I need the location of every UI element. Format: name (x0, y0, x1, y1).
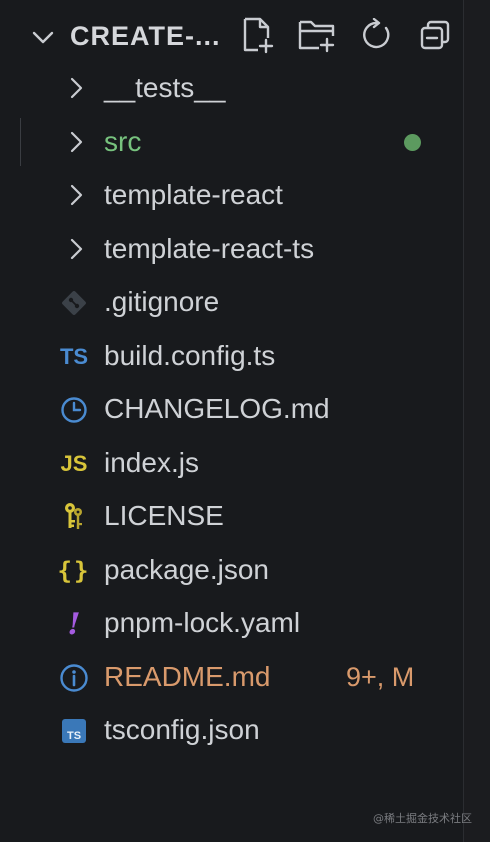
javascript-icon: JS (56, 448, 92, 480)
git-icon (56, 287, 92, 319)
info-icon (56, 662, 92, 694)
explorer-title[interactable]: CREATE-... (70, 18, 221, 54)
typescript-icon-text: TS (59, 343, 89, 369)
tree-item-index-js[interactable]: JS index.js (0, 437, 463, 491)
tsconfig-icon-text: TS (67, 730, 81, 742)
tree-item-label[interactable]: build.config.ts (104, 338, 275, 374)
tree-item-gitignore[interactable]: .gitignore (0, 276, 463, 330)
tree-item-label[interactable]: CHANGELOG.md (104, 391, 330, 427)
tree-item-readme[interactable]: README.md 9+, M (0, 651, 463, 705)
tree-item-label[interactable]: __tests__ (104, 70, 225, 106)
tree-item-tests-folder[interactable]: __tests__ (0, 62, 463, 116)
file-tree: __tests__ src template-react template-re… (0, 62, 463, 758)
new-file-icon[interactable] (237, 14, 279, 56)
modified-dot (404, 133, 421, 151)
license-key-icon (56, 501, 92, 533)
tree-item-build-config[interactable]: TS build.config.ts (0, 330, 463, 384)
chevron-down-icon[interactable] (32, 26, 54, 48)
git-status-badge: 9+, M (346, 661, 415, 692)
tree-item-label[interactable]: template-react-ts (104, 231, 314, 267)
json-braces-icon: {} (56, 555, 92, 587)
typescript-icon: TS (56, 341, 92, 373)
tree-item-label[interactable]: pnpm-lock.yaml (104, 605, 300, 641)
tree-item-changelog[interactable]: CHANGELOG.md (0, 383, 463, 437)
chevron-right-icon[interactable] (64, 76, 88, 100)
collapse-all-icon[interactable] (414, 14, 456, 56)
tree-item-src-folder[interactable]: src (0, 116, 463, 170)
tree-item-label[interactable]: src (104, 124, 141, 160)
tree-item-package-json[interactable]: {} package.json (0, 544, 463, 598)
new-folder-icon[interactable] (296, 14, 338, 56)
tree-item-label[interactable]: tsconfig.json (104, 712, 260, 748)
chevron-right-icon[interactable] (64, 183, 88, 207)
yaml-icon-text: ! (67, 606, 81, 642)
tree-item-label[interactable]: LICENSE (104, 498, 224, 534)
explorer-panel: CREATE-... __tests__ src template-react … (0, 0, 464, 842)
yaml-icon: ! (56, 606, 92, 642)
tsconfig-icon: TS (56, 715, 92, 747)
chevron-right-icon[interactable] (64, 237, 88, 261)
javascript-icon-text: JS (60, 450, 88, 476)
tree-item-pnpm-lock[interactable]: ! pnpm-lock.yaml (0, 597, 463, 651)
explorer-actions (237, 14, 456, 58)
tree-item-label[interactable]: README.md (104, 659, 270, 695)
refresh-icon[interactable] (355, 14, 397, 56)
tree-item-label[interactable]: .gitignore (104, 284, 219, 320)
tree-item-label[interactable]: template-react (104, 177, 283, 213)
tree-item-template-react-folder[interactable]: template-react (0, 169, 463, 223)
watermark: @稀土掘金技术社区 (373, 812, 472, 825)
explorer-header[interactable]: CREATE-... (0, 8, 463, 64)
tree-item-label[interactable]: index.js (104, 445, 199, 481)
tree-item-template-react-ts-folder[interactable]: template-react-ts (0, 223, 463, 277)
chevron-right-icon[interactable] (64, 130, 88, 154)
clock-icon (56, 394, 92, 426)
tree-item-license[interactable]: LICENSE (0, 490, 463, 544)
tree-item-label[interactable]: package.json (104, 552, 269, 588)
json-braces-icon-text: {} (57, 556, 91, 585)
tree-item-tsconfig[interactable]: TS tsconfig.json (0, 704, 463, 758)
